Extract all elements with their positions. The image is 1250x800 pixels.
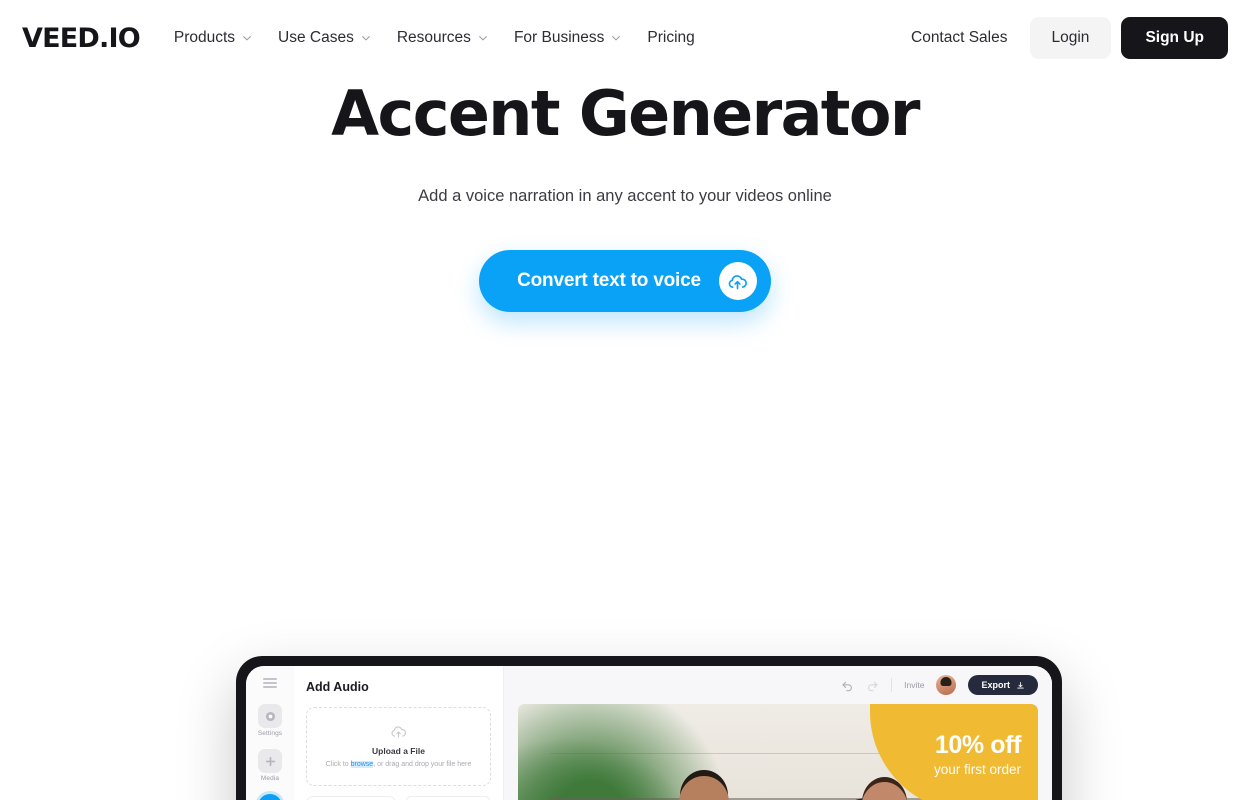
hero-section: Accent Generator Add a voice narration i… xyxy=(0,76,1250,313)
nav-label: For Business xyxy=(513,29,605,46)
top-navigation: VEED.IO Products Use Cases Resources For… xyxy=(0,0,1250,76)
cloud-upload-icon xyxy=(391,726,407,738)
dropzone-title: Upload a File xyxy=(372,746,425,757)
nav-label: Products xyxy=(173,29,236,46)
add-audio-panel: Add Audio Upload a File Click to browse,… xyxy=(294,666,504,800)
video-canvas-wrapper: 10% off your first order Share the good … xyxy=(504,704,1052,800)
editor-area: Invite Export 10% off your first order xyxy=(504,666,1052,800)
editor-sidebar-rail: Settings Media Audio xyxy=(246,666,294,800)
side-buttons: Brand Kit Dropbox xyxy=(405,796,491,800)
media-plus-icon xyxy=(258,749,282,774)
chevron-down-icon xyxy=(479,36,487,41)
avatar[interactable] xyxy=(936,675,957,696)
upload-dropzone[interactable]: Upload a File Click to browse, or drag a… xyxy=(306,707,491,787)
audio-source-buttons: Voiceover Brand Kit Dropbox xyxy=(306,796,491,800)
app-screen: Settings Media Audio xyxy=(246,666,1052,800)
nav-links: Products Use Cases Resources For Busines… xyxy=(174,29,695,47)
sidebar-item-label: Media xyxy=(260,775,280,783)
dropzone-hint-after: , or drag and drop your file here xyxy=(373,761,472,769)
nav-item-for-business[interactable]: For Business xyxy=(514,29,621,47)
product-screenshot-mockup: Settings Media Audio xyxy=(0,312,1250,800)
sidebar-item-audio[interactable]: Audio xyxy=(246,794,294,800)
dropzone-hint-before: Click to xyxy=(325,761,351,769)
cta-label: Convert text to voice xyxy=(517,270,701,292)
badge-subtext: your first order xyxy=(933,762,1021,778)
cta-wrapper: Convert text to voice xyxy=(0,250,1250,313)
device-frame: Settings Media Audio xyxy=(236,656,1062,800)
page-title: Accent Generator xyxy=(331,77,920,150)
undo-arrow-icon[interactable] xyxy=(841,679,854,692)
export-label: Export xyxy=(981,680,1010,691)
download-icon xyxy=(1017,681,1024,689)
login-button[interactable]: Login xyxy=(1029,17,1112,59)
hero-subtitle: Add a voice narration in any accent to y… xyxy=(418,187,832,206)
sidebar-item-settings[interactable]: Settings xyxy=(246,704,294,737)
settings-icon xyxy=(258,704,282,729)
audio-note-icon xyxy=(258,794,282,800)
nav-actions: Contact Sales Login Sign Up xyxy=(889,17,1228,59)
nav-item-pricing[interactable]: Pricing xyxy=(647,29,694,47)
chevron-down-icon xyxy=(361,36,370,41)
nav-label: Use Cases xyxy=(278,29,354,46)
voiceover-button[interactable]: Voiceover xyxy=(306,796,397,800)
nav-item-products[interactable]: Products xyxy=(174,29,252,47)
video-preview[interactable]: 10% off your first order Share the good … xyxy=(518,704,1038,800)
hamburger-menu-icon[interactable] xyxy=(263,678,277,689)
brand-kit-button[interactable]: Brand Kit xyxy=(405,796,491,800)
panel-title: Add Audio xyxy=(306,680,369,695)
chevron-down-icon xyxy=(243,36,251,41)
browse-link[interactable]: browse xyxy=(350,761,374,769)
veed-logo[interactable]: VEED.IO xyxy=(22,23,141,54)
sidebar-item-label: Settings xyxy=(257,730,283,738)
signup-button[interactable]: Sign Up xyxy=(1121,17,1228,59)
nav-item-resources[interactable]: Resources xyxy=(397,29,488,47)
chevron-down-icon xyxy=(612,36,621,41)
editor-toolbar: Invite Export xyxy=(504,666,1052,705)
convert-text-to-voice-button[interactable]: Convert text to voice xyxy=(479,250,771,313)
cloud-upload-icon xyxy=(718,262,757,301)
redo-arrow-icon[interactable] xyxy=(866,679,879,692)
nav-label: Pricing xyxy=(647,29,695,46)
contact-sales-link[interactable]: Contact Sales xyxy=(889,29,1030,47)
nav-label: Resources xyxy=(396,29,471,46)
toolbar-divider xyxy=(891,678,893,693)
invite-button[interactable]: Invite xyxy=(904,680,924,690)
nav-item-use-cases[interactable]: Use Cases xyxy=(278,29,371,47)
sidebar-item-media[interactable]: Media xyxy=(246,749,294,782)
export-button[interactable]: Export xyxy=(968,675,1038,696)
badge-headline: 10% off xyxy=(934,731,1022,760)
dropzone-hint: Click to browse, or drag and drop your f… xyxy=(315,760,482,771)
